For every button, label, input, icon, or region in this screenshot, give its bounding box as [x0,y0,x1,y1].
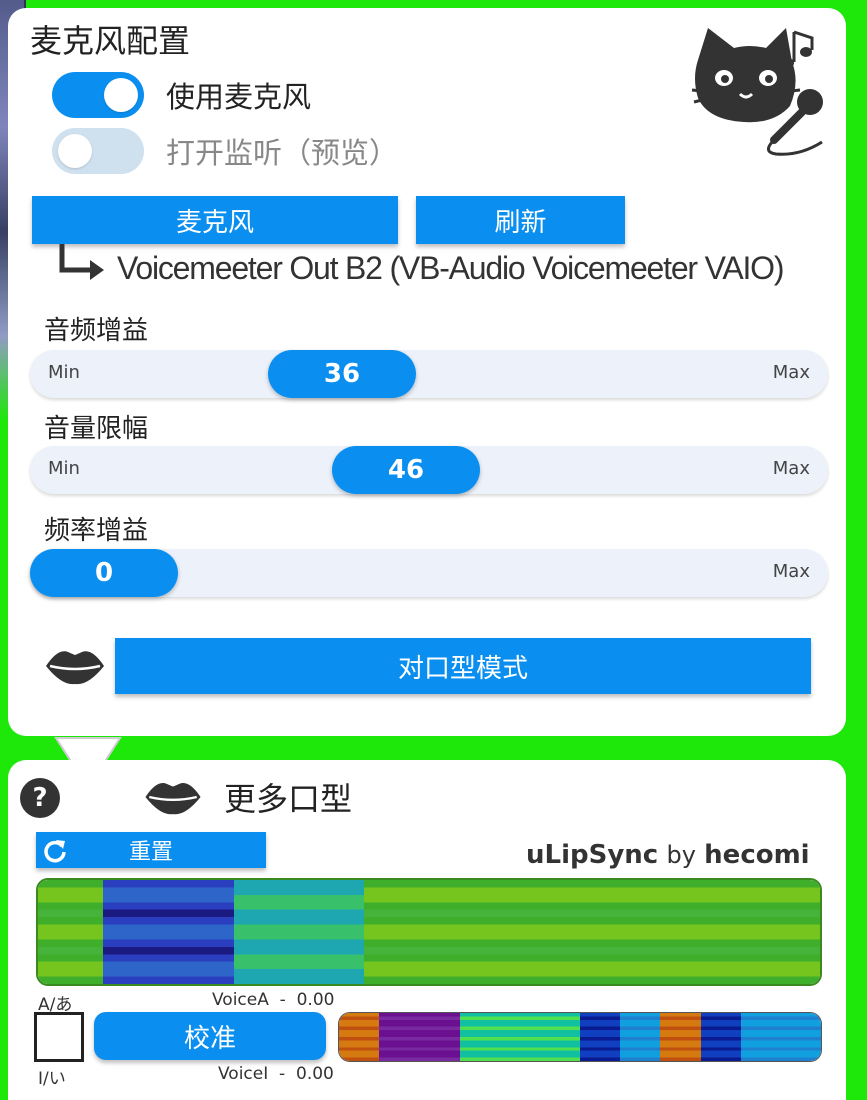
mic-config-title: 麦克风配置 [30,22,191,60]
spectrogram-column [494,880,560,984]
spectrogram-column [754,880,820,984]
spectrogram-column [689,880,755,984]
spectrogram-column [740,1013,781,1061]
monitor-label: 打开监听（预览） [166,136,399,170]
audio-gain-slider[interactable]: Min Max 36 [30,350,828,398]
volume-limit-slider[interactable]: Min Max 46 [30,446,828,494]
arrow-right-icon [59,244,104,280]
slider-handle[interactable]: 0 [30,549,178,597]
mfcc-spectrogram [36,878,822,986]
slider-min-label: Min [48,458,80,479]
slider-max-label: Max [772,362,810,383]
spectrogram-column [499,1013,540,1061]
voice-value: VoiceA - 0.00 [212,990,335,1010]
audio-gain-label: 音频增益 [44,316,149,346]
reset-label: 重置 [128,840,173,865]
spectrogram-column [168,880,234,984]
spectrogram-column [780,1013,821,1061]
spectrogram-column [103,880,169,984]
spectrogram-column [559,880,625,984]
slider-max-label: Max [772,561,810,582]
use-mic-label: 使用麦克风 [166,80,312,114]
spectrogram-column [620,1013,661,1061]
spectrogram-column [700,1013,741,1061]
help-icon[interactable]: ? [20,778,60,818]
spectrogram-column [580,1013,621,1061]
spectrogram-column [233,880,299,984]
reset-button[interactable]: 重置 [36,832,266,868]
brand-text: uLipSync by hecomi [526,840,810,870]
more-shapes-title: 更多口型 [224,780,353,818]
spectrogram-column [363,880,430,984]
lips-icon [46,651,104,685]
spectrogram-column [379,1013,420,1061]
cat-microphone-icon [691,28,823,156]
monitor-toggle[interactable] [52,128,144,174]
phoneme-label: I/い [38,1069,66,1089]
spectrogram-column [429,880,495,984]
voice-value: VoiceI - 0.00 [218,1064,334,1084]
phoneme-indicator [34,1012,84,1062]
spectrogram-column [339,1013,380,1061]
spectrogram-column [38,880,104,984]
lips-icon [145,783,201,815]
frequency-gain-slider[interactable]: Max 0 [30,549,828,597]
refresh-button[interactable]: 刷新 [416,196,625,244]
slider-max-label: Max [772,458,810,479]
refresh-icon [44,840,66,863]
brand-name: uLipSync [526,840,659,870]
lip-sync-mode-button[interactable]: 对口型模式 [115,638,811,694]
device-name: Voicemeeter Out B2 (VB-Audio Voicemeeter… [117,250,785,286]
brand-author: hecomi [704,840,810,870]
spectrogram-column [459,1013,500,1061]
microphone-button[interactable]: 麦克风 [32,196,398,244]
brand-by: by [666,841,696,869]
slider-handle[interactable]: 36 [268,350,416,398]
calibrate-button[interactable]: 校准 [94,1012,326,1060]
slider-handle[interactable]: 46 [332,446,480,494]
frequency-gain-label: 频率增益 [44,516,149,546]
volume-limit-label: 音量限幅 [44,414,149,444]
slider-min-label: Min [48,362,80,383]
spectrogram-column [419,1013,460,1061]
spectrogram-column [298,880,364,984]
spectrogram-column [660,1013,701,1061]
phoneme-spectrogram [338,1012,822,1062]
spectrogram-column [624,880,690,984]
use-mic-toggle[interactable] [52,72,144,118]
spectrogram-column [539,1013,581,1061]
